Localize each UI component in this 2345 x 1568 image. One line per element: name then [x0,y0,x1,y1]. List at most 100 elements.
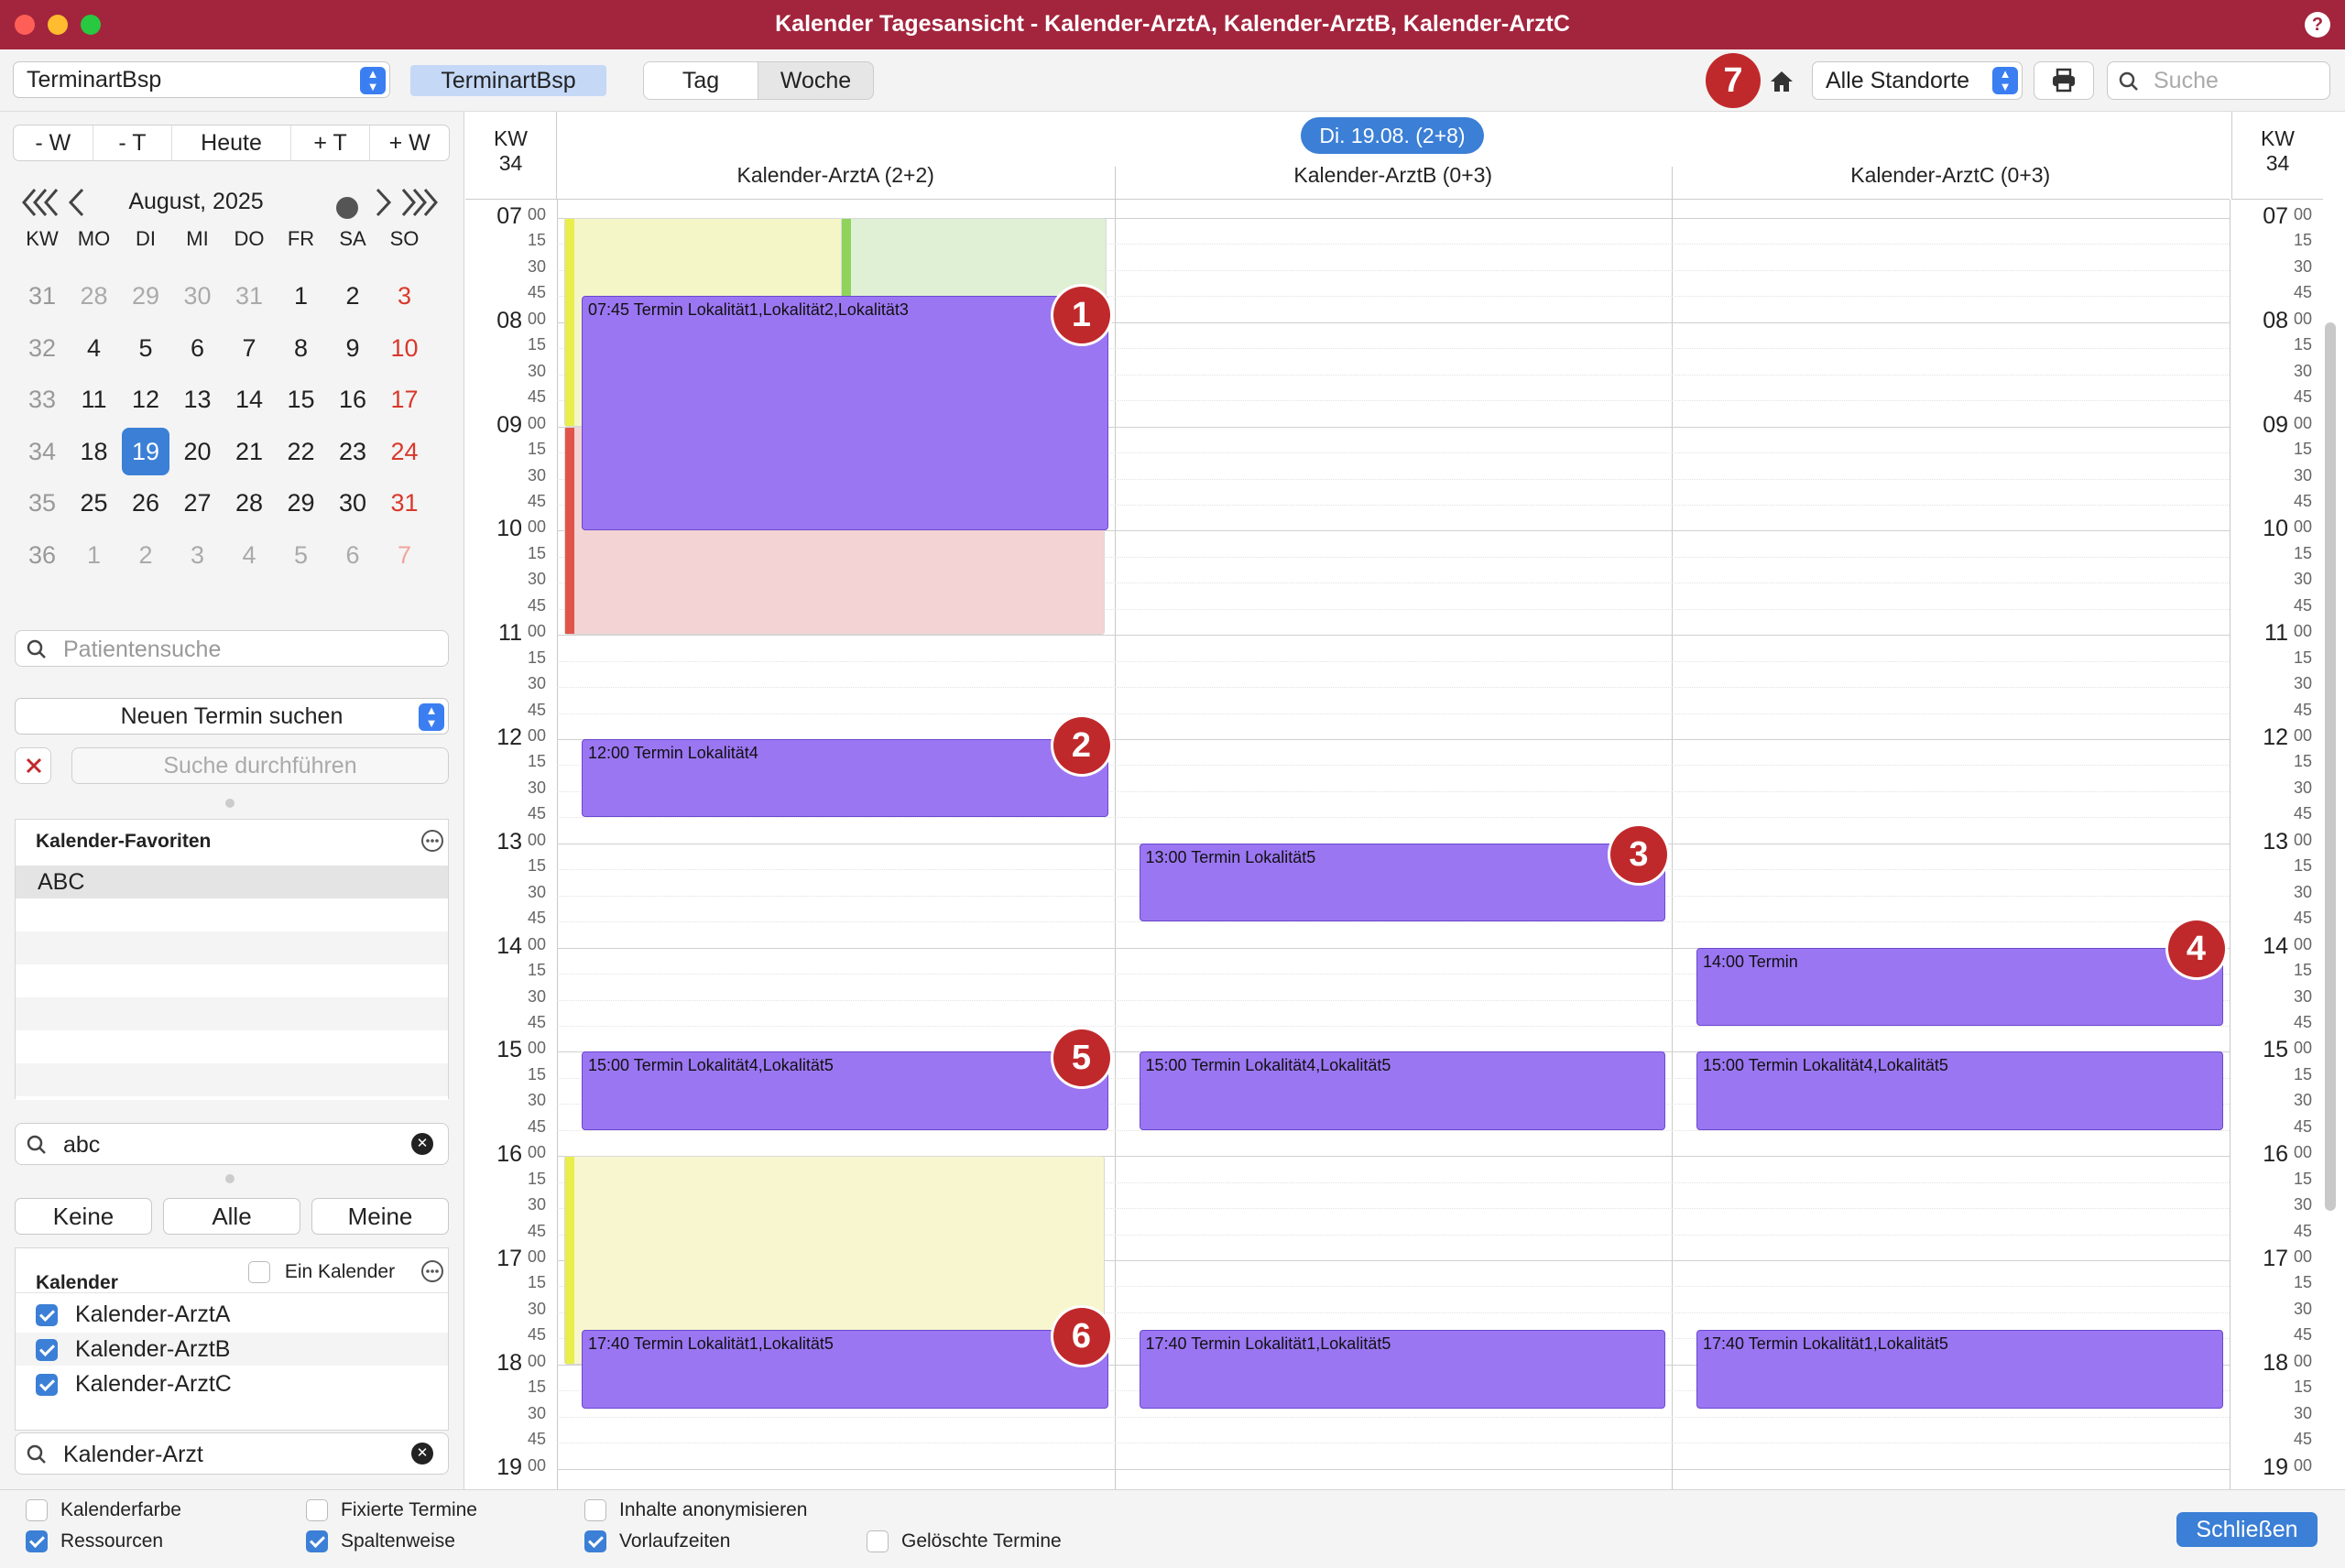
day-cell[interactable]: 31 [379,482,431,524]
day-cell[interactable]: 29 [276,482,327,524]
calendar-item-arztb[interactable]: Kalender-ArztB [16,1333,448,1366]
patient-search-input[interactable]: Patientensuche [15,630,449,667]
option-checkbox[interactable] [867,1530,889,1553]
day-cell[interactable]: 6 [327,534,378,576]
calendar-checkbox[interactable] [36,1374,58,1397]
option-checkbox[interactable] [584,1499,606,1522]
day-cell[interactable]: 18 [69,430,120,473]
option-checkbox[interactable] [306,1499,328,1522]
cancel-search-button[interactable] [15,747,51,784]
termintype-select[interactable]: TerminartBsp ▲ ▼ [13,61,390,98]
single-calendar-checkbox[interactable] [248,1261,270,1284]
home-icon[interactable] [1769,70,1794,93]
day-cell[interactable]: 30 [327,482,378,524]
day-cell[interactable]: 5 [120,327,171,369]
day-cell[interactable]: 21 [224,430,275,473]
option-deleted-appointments[interactable]: Gelöschte Termine [867,1530,1062,1553]
day-cell[interactable]: 4 [224,534,275,576]
day-cell[interactable]: 20 [172,430,224,473]
appointment[interactable]: 17:40 Termin Lokalität1,Lokalität5 [1696,1330,2223,1409]
day-cell[interactable]: 2 [327,275,378,317]
today-button[interactable]: Heute [172,125,291,160]
help-button[interactable]: ? [2305,12,2330,38]
splitter-handle[interactable] [225,799,234,808]
vertical-scrollbar[interactable] [2325,322,2336,1211]
option-checkbox[interactable] [584,1530,606,1553]
option-anonymize[interactable]: Inhalte anonymisieren [584,1499,807,1522]
day-cell[interactable]: 19 [122,427,169,475]
next-week-button[interactable]: + W [370,125,449,160]
day-cell[interactable]: 13 [172,378,224,420]
termintype-badge[interactable]: TerminartBsp [410,65,606,96]
day-cell[interactable]: 8 [276,327,327,369]
day-cell[interactable]: 28 [224,482,275,524]
day-cell[interactable]: 23 [327,430,378,473]
chevron-right-icon[interactable] [372,187,396,218]
splitter-handle[interactable] [225,1174,234,1183]
double-chevron-right-icon[interactable] [398,187,443,218]
single-calendar-option[interactable]: Ein Kalender [248,1261,395,1284]
day-cell[interactable]: 27 [172,482,224,524]
day-cell[interactable]: 11 [69,378,120,420]
close-button[interactable]: Schließen [2176,1512,2318,1547]
day-cell[interactable]: 24 [379,430,431,473]
favorite-item[interactable]: ABC [16,866,448,898]
more-options-icon[interactable] [420,829,444,853]
option-column-wise[interactable]: Spaltenweise [306,1530,455,1553]
option-checkbox[interactable] [26,1499,48,1522]
select-none-button[interactable]: Keine [15,1198,152,1235]
next-day-button[interactable]: + T [291,125,371,160]
favorites-filter-input[interactable]: abc ✕ [15,1123,449,1165]
more-options-icon[interactable] [420,1259,444,1283]
column-header[interactable]: Kalender-ArztB (0+3) [1114,112,1672,200]
day-cell[interactable]: 9 [327,327,378,369]
location-select[interactable]: Alle Standorte ▲ ▼ [1812,61,2023,100]
prev-day-button[interactable]: - T [93,125,173,160]
day-cell[interactable]: 10 [379,327,431,369]
day-cell[interactable]: 16 [327,378,378,420]
column-header[interactable]: Kalender-ArztA (2+2) [557,112,1115,200]
column-header[interactable]: Kalender-ArztC (0+3) [1672,112,2230,200]
day-cell[interactable]: 31 [224,275,275,317]
day-cell[interactable]: 29 [120,275,171,317]
search-field[interactable]: Suche [2107,61,2330,100]
calendar-checkbox[interactable] [36,1339,58,1362]
option-checkbox[interactable] [26,1530,48,1553]
day-cell[interactable]: 4 [69,327,120,369]
day-cell[interactable]: 1 [69,534,120,576]
day-cell[interactable]: 1 [276,275,327,317]
option-calendar-color[interactable]: Kalenderfarbe [26,1499,181,1522]
clear-icon[interactable]: ✕ [411,1443,433,1465]
day-cell[interactable]: 28 [69,275,120,317]
prev-week-button[interactable]: - W [14,125,93,160]
tab-week[interactable]: Woche [758,62,873,99]
day-cell[interactable]: 12 [120,378,171,420]
calendar-item-arztc[interactable]: Kalender-ArztC [16,1367,448,1400]
calendar-item-arzta[interactable]: Kalender-ArztA [16,1298,448,1331]
calendars-filter-input[interactable]: Kalender-Arzt ✕ [15,1432,449,1475]
day-cell[interactable]: 3 [379,275,431,317]
option-resources[interactable]: Ressourcen [26,1530,163,1553]
option-lead-times[interactable]: Vorlaufzeiten [584,1530,730,1553]
select-all-button[interactable]: Alle [163,1198,300,1235]
day-cell[interactable]: 6 [172,327,224,369]
day-cell[interactable]: 26 [120,482,171,524]
day-cell[interactable]: 2 [120,534,171,576]
chevron-left-icon[interactable] [64,187,88,218]
appointment[interactable]: 15:00 Termin Lokalität4,Lokalität5 [1696,1051,2223,1130]
select-mine-button[interactable]: Meine [311,1198,449,1235]
option-checkbox[interactable] [306,1530,328,1553]
day-cell[interactable]: 7 [224,327,275,369]
print-button[interactable] [2034,61,2094,100]
run-search-button[interactable]: Suche durchführen [71,747,449,784]
day-cell[interactable]: 15 [276,378,327,420]
appointment[interactable]: 13:00 Termin Lokalität5 [1139,843,1665,922]
appointment[interactable]: 14:00 Termin [1696,947,2223,1026]
appointment[interactable]: 15:00 Termin Lokalität4,Lokalität5 [582,1051,1108,1130]
tab-day[interactable]: Tag [644,62,758,99]
day-cell[interactable]: 22 [276,430,327,473]
appointment[interactable]: 17:40 Termin Lokalität1,Lokalität5 [1139,1330,1665,1409]
day-cell[interactable]: 5 [276,534,327,576]
clear-icon[interactable]: ✕ [411,1133,433,1155]
day-cell[interactable]: 30 [172,275,224,317]
